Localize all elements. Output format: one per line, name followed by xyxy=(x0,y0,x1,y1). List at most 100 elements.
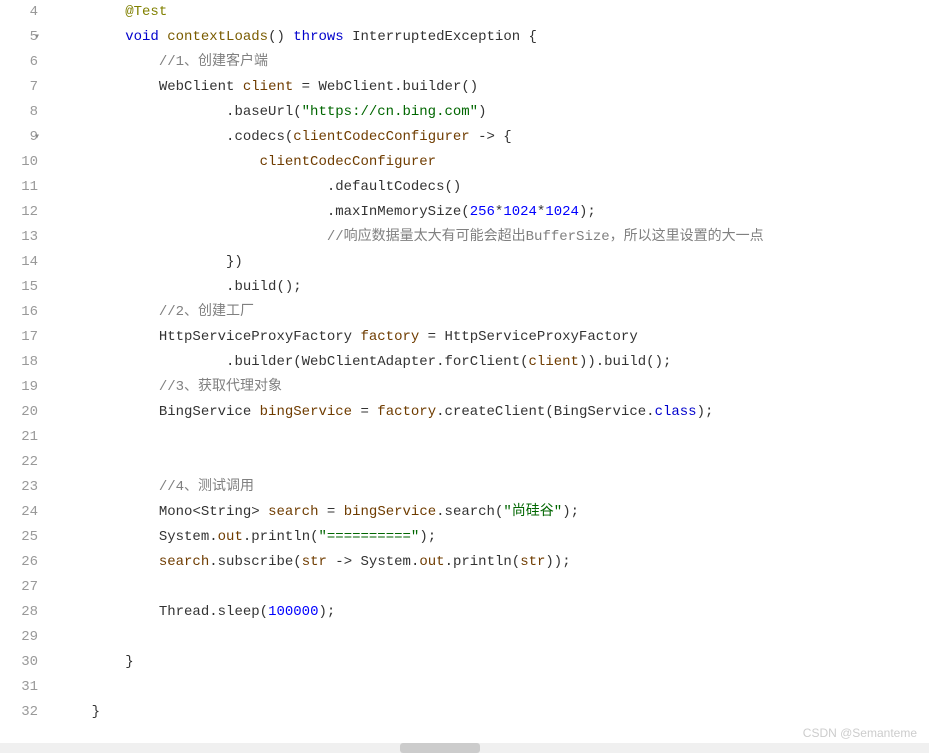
code-token: println xyxy=(453,550,512,575)
code-line[interactable] xyxy=(58,425,929,450)
horizontal-scrollbar-thumb[interactable] xyxy=(400,743,480,753)
line-number: 30 xyxy=(0,650,38,675)
code-line[interactable]: //1、创建客户端 xyxy=(58,50,929,75)
code-line[interactable]: @Test xyxy=(58,0,929,25)
code-line[interactable] xyxy=(58,675,929,700)
line-number: 18 xyxy=(0,350,38,375)
code-token: factory xyxy=(360,325,419,350)
code-token: ( xyxy=(512,550,520,575)
code-line[interactable]: } xyxy=(58,650,929,675)
code-line[interactable]: }) xyxy=(58,250,929,275)
line-number: 24 xyxy=(0,500,38,525)
line-number: 25 xyxy=(0,525,38,550)
line-number-text: 21 xyxy=(21,425,38,450)
line-number: 28 xyxy=(0,600,38,625)
code-token: }) xyxy=(226,250,243,275)
code-token: . xyxy=(327,200,335,225)
code-token: String xyxy=(201,500,251,525)
code-token: codecs xyxy=(234,125,284,150)
code-line[interactable]: HttpServiceProxyFactory factory = HttpSe… xyxy=(58,325,929,350)
line-number: 6 xyxy=(0,50,38,75)
code-token: builder xyxy=(403,75,462,100)
line-number: 21 xyxy=(0,425,38,450)
code-token: } xyxy=(92,700,100,725)
code-line[interactable]: WebClient client = WebClient.builder() xyxy=(58,75,929,100)
code-line[interactable]: Mono<String> search = bingService.search… xyxy=(58,500,929,525)
code-token: ( xyxy=(545,400,553,425)
code-line[interactable]: .maxInMemorySize(256*1024*1024); xyxy=(58,200,929,225)
code-line[interactable]: System.out.println("=========="); xyxy=(58,525,929,550)
code-line[interactable]: .builder(WebClientAdapter.forClient(clie… xyxy=(58,350,929,375)
code-line[interactable] xyxy=(58,625,929,650)
code-token: = xyxy=(352,400,377,425)
code-token: ); xyxy=(419,525,436,550)
line-number: 14 xyxy=(0,250,38,275)
code-token: . xyxy=(436,400,444,425)
code-token: -> { xyxy=(470,125,512,150)
code-token: "==========" xyxy=(319,525,420,550)
line-number-gutter: 45▾6789▾10111213141516171819202122232425… xyxy=(0,0,50,725)
code-line[interactable]: //4、测试调用 xyxy=(58,475,929,500)
code-line[interactable]: .codecs(clientCodecConfigurer -> { xyxy=(58,125,929,150)
code-token: . xyxy=(226,100,234,125)
line-number-text: 10 xyxy=(21,150,38,175)
line-number-text: 32 xyxy=(21,700,38,725)
code-line[interactable] xyxy=(58,575,929,600)
code-line[interactable]: .defaultCodecs() xyxy=(58,175,929,200)
code-token: ( xyxy=(293,100,301,125)
line-number-text: 17 xyxy=(21,325,38,350)
line-number-text: 30 xyxy=(21,650,38,675)
code-token: ) xyxy=(478,100,486,125)
line-number: 29 xyxy=(0,625,38,650)
code-line[interactable]: .build(); xyxy=(58,275,929,300)
code-token: * xyxy=(495,200,503,225)
code-token: ); xyxy=(319,600,336,625)
horizontal-scrollbar-track[interactable] xyxy=(0,743,929,753)
code-line[interactable]: clientCodecConfigurer xyxy=(58,150,929,175)
code-token: 100000 xyxy=(268,600,318,625)
code-token: . xyxy=(411,550,419,575)
code-token: out xyxy=(419,550,444,575)
code-token: System xyxy=(159,525,209,550)
code-token: . xyxy=(209,525,217,550)
code-token: baseUrl xyxy=(234,100,293,125)
code-token: (); xyxy=(646,350,671,375)
code-line[interactable]: Thread.sleep(100000); xyxy=(58,600,929,625)
line-number-text: 23 xyxy=(21,475,38,500)
code-editor[interactable]: 45▾6789▾10111213141516171819202122232425… xyxy=(0,0,929,725)
chevron-down-icon[interactable]: ▾ xyxy=(34,129,40,147)
line-number-text: 31 xyxy=(21,675,38,700)
line-number: 31 xyxy=(0,675,38,700)
code-line[interactable]: BingService bingService = factory.create… xyxy=(58,400,929,425)
code-token: @Test xyxy=(125,0,167,25)
code-line[interactable] xyxy=(58,450,929,475)
code-token: ( xyxy=(461,200,469,225)
code-token: )); xyxy=(545,550,570,575)
code-line[interactable]: void contextLoads() throws InterruptedEx… xyxy=(58,25,929,50)
code-token: ( xyxy=(285,125,293,150)
line-number-text: 20 xyxy=(21,400,38,425)
code-token: bingService xyxy=(344,500,436,525)
code-line[interactable]: //响应数据量太大有可能会超出BufferSize，所以这里设置的大一点 xyxy=(58,225,929,250)
code-token: WebClientAdapter xyxy=(302,350,436,375)
code-token: 1024 xyxy=(503,200,537,225)
code-token: )). xyxy=(579,350,604,375)
code-line[interactable]: //3、获取代理对象 xyxy=(58,375,929,400)
line-number: 5▾ xyxy=(0,25,38,50)
watermark: CSDN @Semanteme xyxy=(803,723,917,745)
code-token: } xyxy=(125,650,133,675)
code-token: . xyxy=(226,125,234,150)
line-number-text: 16 xyxy=(21,300,38,325)
code-token xyxy=(159,25,167,50)
code-line[interactable]: //2、创建工厂 xyxy=(58,300,929,325)
code-line[interactable]: search.subscribe(str -> System.out.print… xyxy=(58,550,929,575)
code-token: WebClient xyxy=(319,75,395,100)
code-line[interactable]: } xyxy=(58,700,929,725)
code-token: createClient xyxy=(445,400,546,425)
code-token: forClient xyxy=(444,350,520,375)
code-line[interactable]: .baseUrl("https://cn.bing.com") xyxy=(58,100,929,125)
chevron-down-icon[interactable]: ▾ xyxy=(34,29,40,47)
line-number-text: 6 xyxy=(30,50,38,75)
code-area[interactable]: @Test void contextLoads() throws Interru… xyxy=(50,0,929,725)
code-token: < xyxy=(192,500,200,525)
